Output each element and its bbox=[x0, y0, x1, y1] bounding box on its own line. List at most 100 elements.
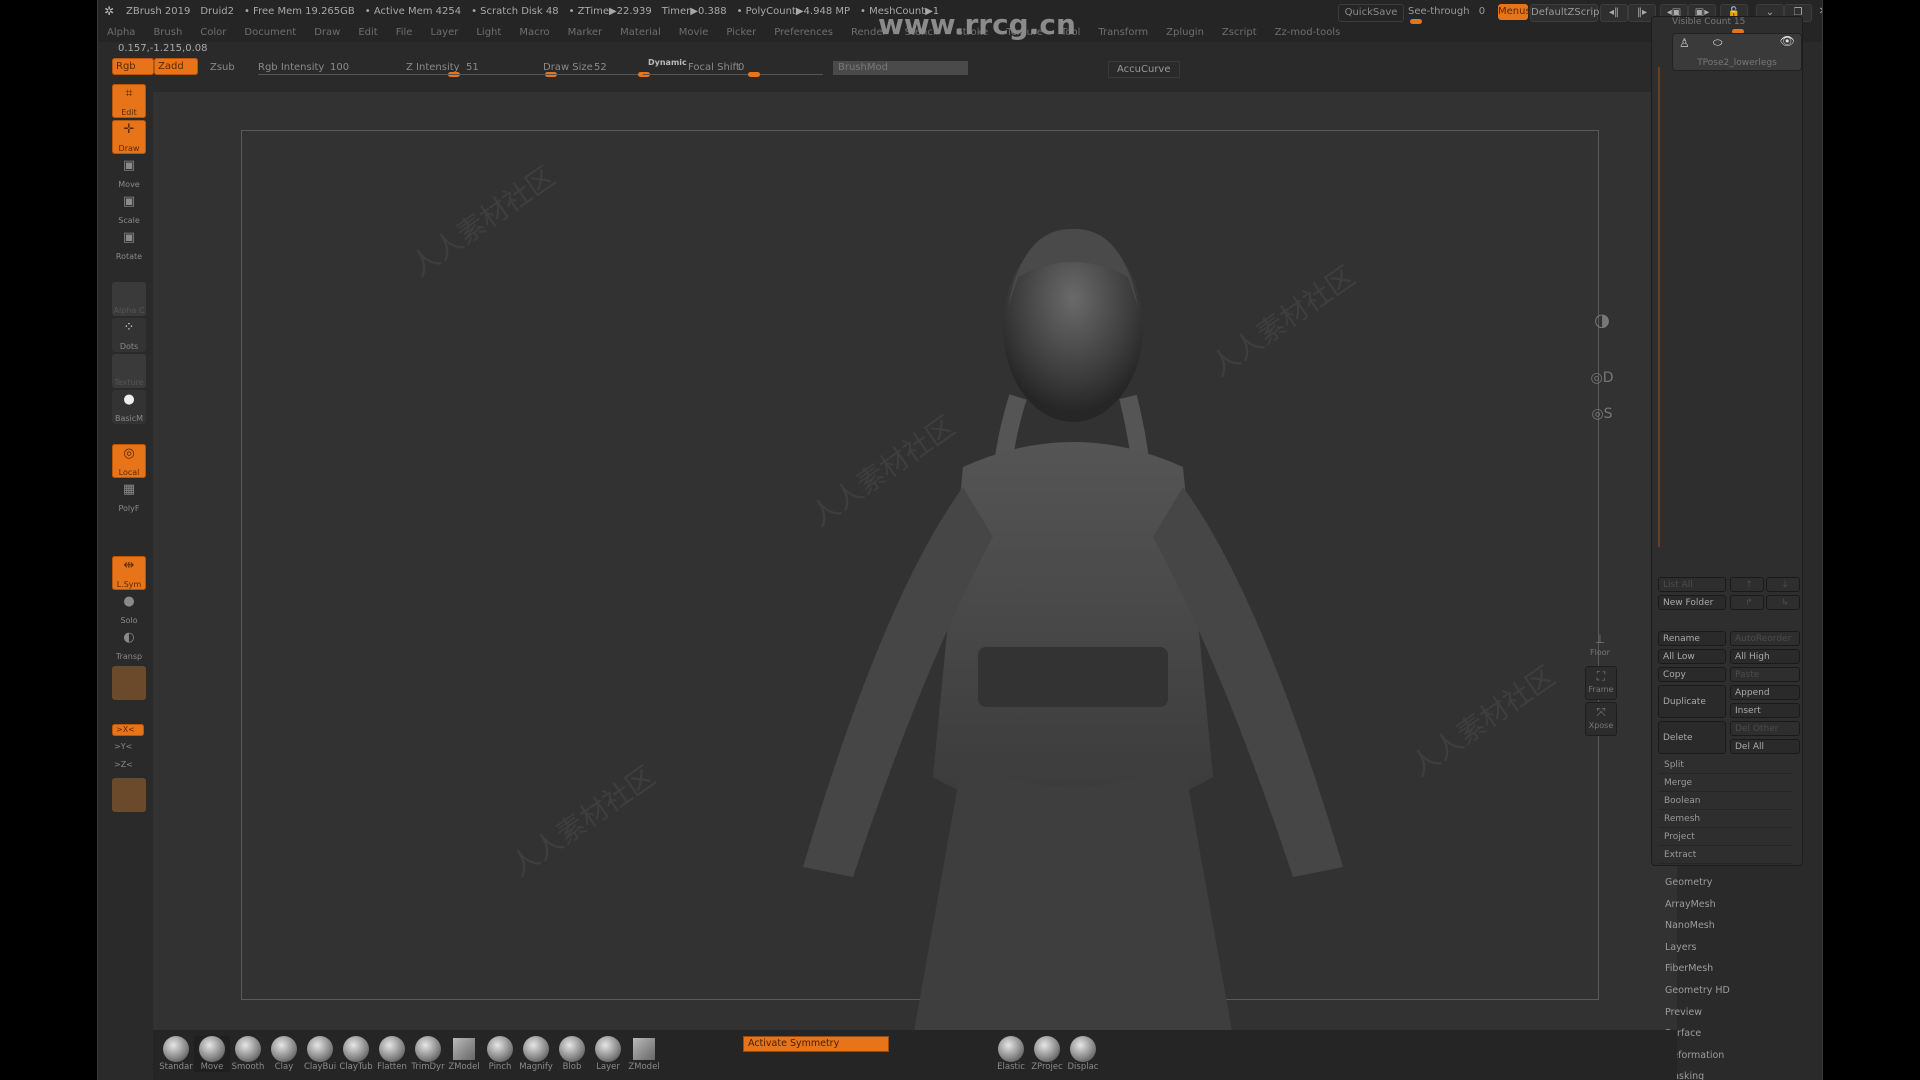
scale-button[interactable]: ▣ Scale bbox=[112, 192, 146, 226]
move-up-button[interactable]: ↑ bbox=[1730, 577, 1764, 592]
menu-brush[interactable]: Brush bbox=[153, 27, 182, 38]
menu-preferences[interactable]: Preferences bbox=[774, 27, 833, 38]
brush-clay[interactable]: Clay bbox=[266, 1036, 302, 1072]
solo-button[interactable]: ● Solo bbox=[112, 592, 146, 626]
rotate-button[interactable]: ▣ Rotate bbox=[112, 228, 146, 262]
see-through-knob[interactable] bbox=[1410, 19, 1422, 24]
brushmod-field[interactable]: BrushMod bbox=[833, 61, 968, 75]
move-down-button[interactable]: ↓ bbox=[1766, 577, 1800, 592]
brush-magnify[interactable]: Magnify bbox=[518, 1036, 554, 1072]
move-button[interactable]: ▣ Move bbox=[112, 156, 146, 190]
brush-displace[interactable]: Displac bbox=[1065, 1036, 1101, 1072]
move-in-button[interactable]: ↱ bbox=[1730, 595, 1764, 610]
menus-button[interactable]: Menus bbox=[1498, 4, 1531, 20]
local-button[interactable]: ◎ Local bbox=[112, 444, 146, 478]
autoreorder-button[interactable]: AutoReorder bbox=[1730, 631, 1800, 646]
canvas-viewport[interactable] bbox=[153, 92, 1677, 1037]
menu-color[interactable]: Color bbox=[200, 27, 226, 38]
focal-shift-knob[interactable] bbox=[748, 72, 760, 77]
stroke-button[interactable]: ⁘ Dots bbox=[112, 318, 146, 352]
dynamesh-d-icon[interactable]: ◎D bbox=[1585, 370, 1619, 386]
nanomesh-menu[interactable]: NanoMesh bbox=[1665, 920, 1715, 931]
menu-movie[interactable]: Movie bbox=[679, 27, 709, 38]
duplicate-button[interactable]: Duplicate bbox=[1658, 685, 1726, 718]
edit-button[interactable]: ⌗ Edit bbox=[112, 84, 146, 118]
all-high-button[interactable]: All High bbox=[1730, 649, 1800, 664]
brush-claytubes[interactable]: ClayTub bbox=[338, 1036, 374, 1072]
brush-standard[interactable]: Standar bbox=[158, 1036, 194, 1072]
color-swatch[interactable] bbox=[112, 778, 146, 812]
subtool-item[interactable]: ♙ ⬭ 👁 TPose2_lowerlegs bbox=[1672, 33, 1802, 71]
geometry-hd-menu[interactable]: Geometry HD bbox=[1665, 985, 1730, 996]
menu-transform[interactable]: Transform bbox=[1098, 27, 1148, 38]
remesh-menu[interactable]: Remesh bbox=[1658, 811, 1792, 828]
arraymesh-menu[interactable]: ArrayMesh bbox=[1665, 899, 1716, 910]
material-button[interactable]: ● BasicM bbox=[112, 390, 146, 424]
preview-menu[interactable]: Preview bbox=[1665, 1007, 1702, 1018]
sym-x-toggle[interactable]: >X< bbox=[112, 724, 144, 736]
floor-button[interactable]: ⊥ Floor bbox=[1585, 630, 1615, 662]
brush-layer[interactable]: Layer bbox=[590, 1036, 626, 1072]
zadd-toggle[interactable]: Zadd bbox=[154, 58, 198, 75]
see-through-slider[interactable]: See-through 0 bbox=[1408, 4, 1488, 24]
menu-zplugin[interactable]: Zplugin bbox=[1166, 27, 1204, 38]
brush-flatten[interactable]: Flatten bbox=[374, 1036, 410, 1072]
boolean-menu[interactable]: Boolean bbox=[1658, 793, 1792, 810]
brush-smooth[interactable]: Smooth bbox=[230, 1036, 266, 1072]
menu-layer[interactable]: Layer bbox=[430, 27, 458, 38]
xpose-button[interactable]: ⤧ Xpose bbox=[1585, 702, 1617, 736]
brush-zmodeler[interactable]: ZModel bbox=[446, 1036, 482, 1072]
menu-macro[interactable]: Macro bbox=[519, 27, 549, 38]
geometry-menu[interactable]: Geometry bbox=[1665, 877, 1712, 888]
subtool-toggle-icon[interactable]: ⬭ bbox=[1713, 36, 1722, 50]
menu-draw[interactable]: Draw bbox=[314, 27, 340, 38]
menu-picker[interactable]: Picker bbox=[726, 27, 756, 38]
rgb-toggle[interactable]: Rgb bbox=[112, 58, 154, 75]
sym-z-toggle[interactable]: >Z< bbox=[114, 760, 133, 769]
transp-button[interactable]: ◐ Transp bbox=[112, 628, 146, 662]
insert-button[interactable]: Insert bbox=[1730, 703, 1800, 718]
brush-blob[interactable]: Blob bbox=[554, 1036, 590, 1072]
close-icon[interactable]: ✕ bbox=[1810, 4, 1822, 20]
menu-alpha[interactable]: Alpha bbox=[107, 27, 135, 38]
layers-menu[interactable]: Layers bbox=[1665, 942, 1696, 953]
menu-zz-mod-tools[interactable]: Zz-mod-tools bbox=[1275, 27, 1341, 38]
menu-file[interactable]: File bbox=[396, 27, 413, 38]
texture-button[interactable]: Texture bbox=[112, 354, 146, 388]
move-out-button[interactable]: ↳ bbox=[1766, 595, 1800, 610]
merge-menu[interactable]: Merge bbox=[1658, 775, 1792, 792]
sym-y-toggle[interactable]: >Y< bbox=[114, 742, 132, 751]
brush-trimdynamic[interactable]: TrimDyr bbox=[410, 1036, 446, 1072]
lsym-button[interactable]: ⇹ L.Sym bbox=[112, 556, 146, 590]
menu-edit[interactable]: Edit bbox=[358, 27, 377, 38]
subtool-scrollbar[interactable] bbox=[1658, 67, 1660, 547]
append-button[interactable]: Append bbox=[1730, 685, 1800, 700]
all-low-button[interactable]: All Low bbox=[1658, 649, 1726, 664]
menu-marker[interactable]: Marker bbox=[568, 27, 603, 38]
brush-zmodeler-2[interactable]: ZModel bbox=[626, 1036, 662, 1072]
dynamic-toggle[interactable]: Dynamic bbox=[648, 58, 687, 67]
menu-zscript[interactable]: Zscript bbox=[1222, 27, 1257, 38]
project-menu[interactable]: Project bbox=[1658, 829, 1792, 846]
scroll-left-icon[interactable]: ◂‖ bbox=[1600, 4, 1628, 22]
split-menu[interactable]: Split bbox=[1658, 757, 1792, 774]
brush-zproject[interactable]: ZProjec bbox=[1029, 1036, 1065, 1072]
ghost-button[interactable] bbox=[112, 666, 146, 700]
menu-material[interactable]: Material bbox=[620, 27, 661, 38]
delete-button[interactable]: Delete bbox=[1658, 721, 1726, 754]
accucurve-toggle[interactable]: AccuCurve bbox=[1108, 61, 1180, 78]
brush-elastic[interactable]: Elastic bbox=[993, 1036, 1029, 1072]
focal-shift-slider[interactable] bbox=[643, 74, 823, 75]
extract-menu[interactable]: Extract bbox=[1658, 847, 1792, 864]
fibermesh-menu[interactable]: FiberMesh bbox=[1665, 963, 1713, 974]
menu-document[interactable]: Document bbox=[244, 27, 296, 38]
list-all-button[interactable]: List All bbox=[1658, 577, 1726, 592]
brush-move[interactable]: Move bbox=[194, 1036, 230, 1072]
paste-button[interactable]: Paste bbox=[1730, 667, 1800, 682]
zsub-toggle[interactable]: Zsub bbox=[210, 62, 235, 73]
new-folder-button[interactable]: New Folder bbox=[1658, 595, 1726, 610]
del-other-button[interactable]: Del Other bbox=[1730, 721, 1800, 736]
rename-button[interactable]: Rename bbox=[1658, 631, 1726, 646]
brush-pinch[interactable]: Pinch bbox=[482, 1036, 518, 1072]
visibility-eye-icon[interactable]: 👁 bbox=[1780, 34, 1795, 48]
